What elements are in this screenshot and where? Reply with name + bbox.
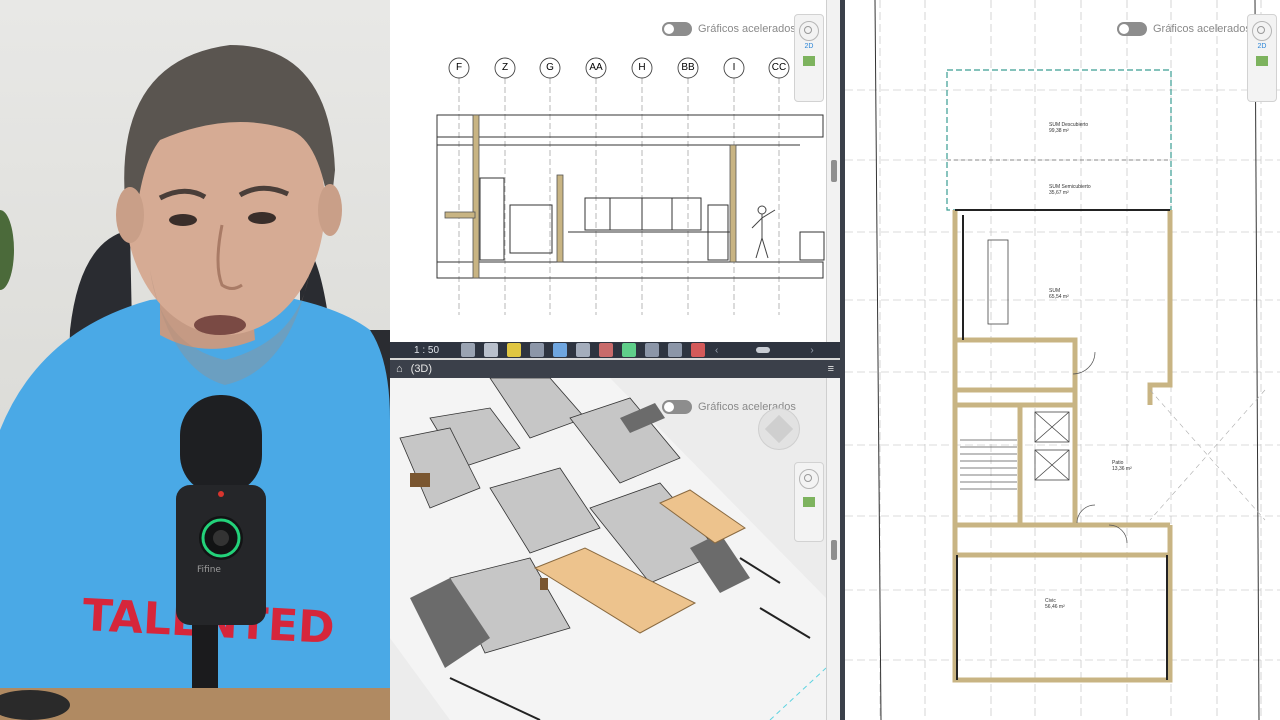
accelerated-graphics-toggle-plan[interactable]: Gráficos acelerados [1117, 22, 1251, 36]
mic-brand-text: Fifine [197, 565, 221, 575]
grid-bubble-label: H [638, 62, 646, 73]
sun-path-icon[interactable] [507, 343, 522, 357]
zoom-icon[interactable] [803, 56, 815, 66]
scroll-left-icon[interactable]: ‹ [715, 345, 718, 356]
grid-bubble-label: Z [501, 62, 509, 73]
horizontal-scroll-thumb[interactable] [756, 347, 771, 353]
view-mode-label: 2D [1257, 43, 1267, 50]
room-tag[interactable]: Civic 56,46 m² [1045, 598, 1065, 610]
view-control-bar[interactable]: 1 : 50 ‹ › [390, 342, 840, 358]
tab-menu-icon[interactable]: ≡ [828, 363, 834, 375]
highlight-displacement-icon[interactable] [691, 343, 706, 357]
show-crop-icon[interactable] [576, 343, 591, 357]
room-tag[interactable]: SUM 65,54 m² [1049, 288, 1069, 300]
scroll-right-icon[interactable]: › [810, 345, 813, 356]
tab-3d[interactable]: (3D) [411, 363, 432, 375]
toggle-switch[interactable] [1117, 22, 1147, 36]
view-tab-bar[interactable]: ⌂ (3D) ≡ [390, 360, 840, 378]
scroll-thumb[interactable] [831, 540, 837, 560]
steering-wheel-icon[interactable] [799, 21, 819, 41]
grid-bubble-label: F [455, 62, 463, 73]
detail-level-icon[interactable] [461, 343, 476, 357]
section-drawing [436, 57, 825, 315]
navigation-bar[interactable]: 2D [794, 14, 824, 102]
section-view-scrollbar[interactable] [826, 0, 841, 342]
floor-plan-panel[interactable]: SUM Descubierto 99,38 m² SUM Semicubiert… [845, 0, 1280, 720]
navigation-bar-3d[interactable] [794, 462, 824, 542]
room-area: 65,54 m² [1049, 294, 1069, 300]
presenter-image: TALENTED Fifine [0, 45, 390, 720]
view-3d-panel[interactable]: Gráficos acelerados [390, 378, 826, 720]
grid-bubble-label: I [732, 62, 736, 73]
steering-wheel-icon[interactable] [1252, 21, 1272, 41]
lock-view-icon[interactable] [645, 343, 660, 357]
view-mode-label: 2D [804, 43, 814, 50]
steering-wheel-icon[interactable] [799, 469, 819, 489]
viewcube-face[interactable] [764, 414, 794, 444]
room-area: 99,38 m² [1049, 128, 1069, 134]
grid-bubble-label: BB [681, 62, 695, 73]
grid-bubble-label: CC [771, 62, 787, 73]
grid-bubble-label: AA [589, 62, 603, 73]
viewcube[interactable] [758, 408, 800, 450]
home-icon[interactable]: ⌂ [396, 363, 403, 375]
3d-view-scrollbar[interactable] [826, 378, 841, 720]
webcam-feed: TALENTED Fifine [0, 0, 390, 720]
crop-view-icon[interactable] [553, 343, 568, 357]
room-tag[interactable]: SUM Semicubierto 35,67 m² [1049, 184, 1091, 196]
reveal-hidden-icon[interactable] [622, 343, 637, 357]
analytical-model-icon[interactable] [668, 343, 683, 357]
zoom-icon[interactable] [1256, 56, 1268, 66]
section-view-panel[interactable]: Gráficos acelerados F Z G AA H BB I CC 2… [390, 0, 826, 342]
toggle-label: Gráficos acelerados [1153, 23, 1251, 35]
floor-plan-drawing [845, 0, 1280, 720]
navigation-bar-plan[interactable]: 2D [1247, 14, 1277, 102]
grid-bubble-label: G [546, 62, 554, 73]
room-area: 13,36 m² [1112, 466, 1132, 472]
toggle-switch[interactable] [662, 400, 692, 414]
shadows-icon[interactable] [530, 343, 545, 357]
room-tag[interactable]: Patio 13,36 m² [1112, 460, 1132, 472]
zoom-icon[interactable] [803, 497, 815, 507]
room-area: 56,46 m² [1045, 604, 1065, 610]
scroll-thumb[interactable] [831, 160, 837, 182]
room-tag[interactable]: SUM Descubierto 99,38 m² [1049, 122, 1088, 134]
temporary-hide-icon[interactable] [599, 343, 614, 357]
room-area: 35,67 m² [1049, 190, 1069, 196]
visual-style-icon[interactable] [484, 343, 499, 357]
scale-label[interactable]: 1 : 50 [414, 345, 439, 356]
